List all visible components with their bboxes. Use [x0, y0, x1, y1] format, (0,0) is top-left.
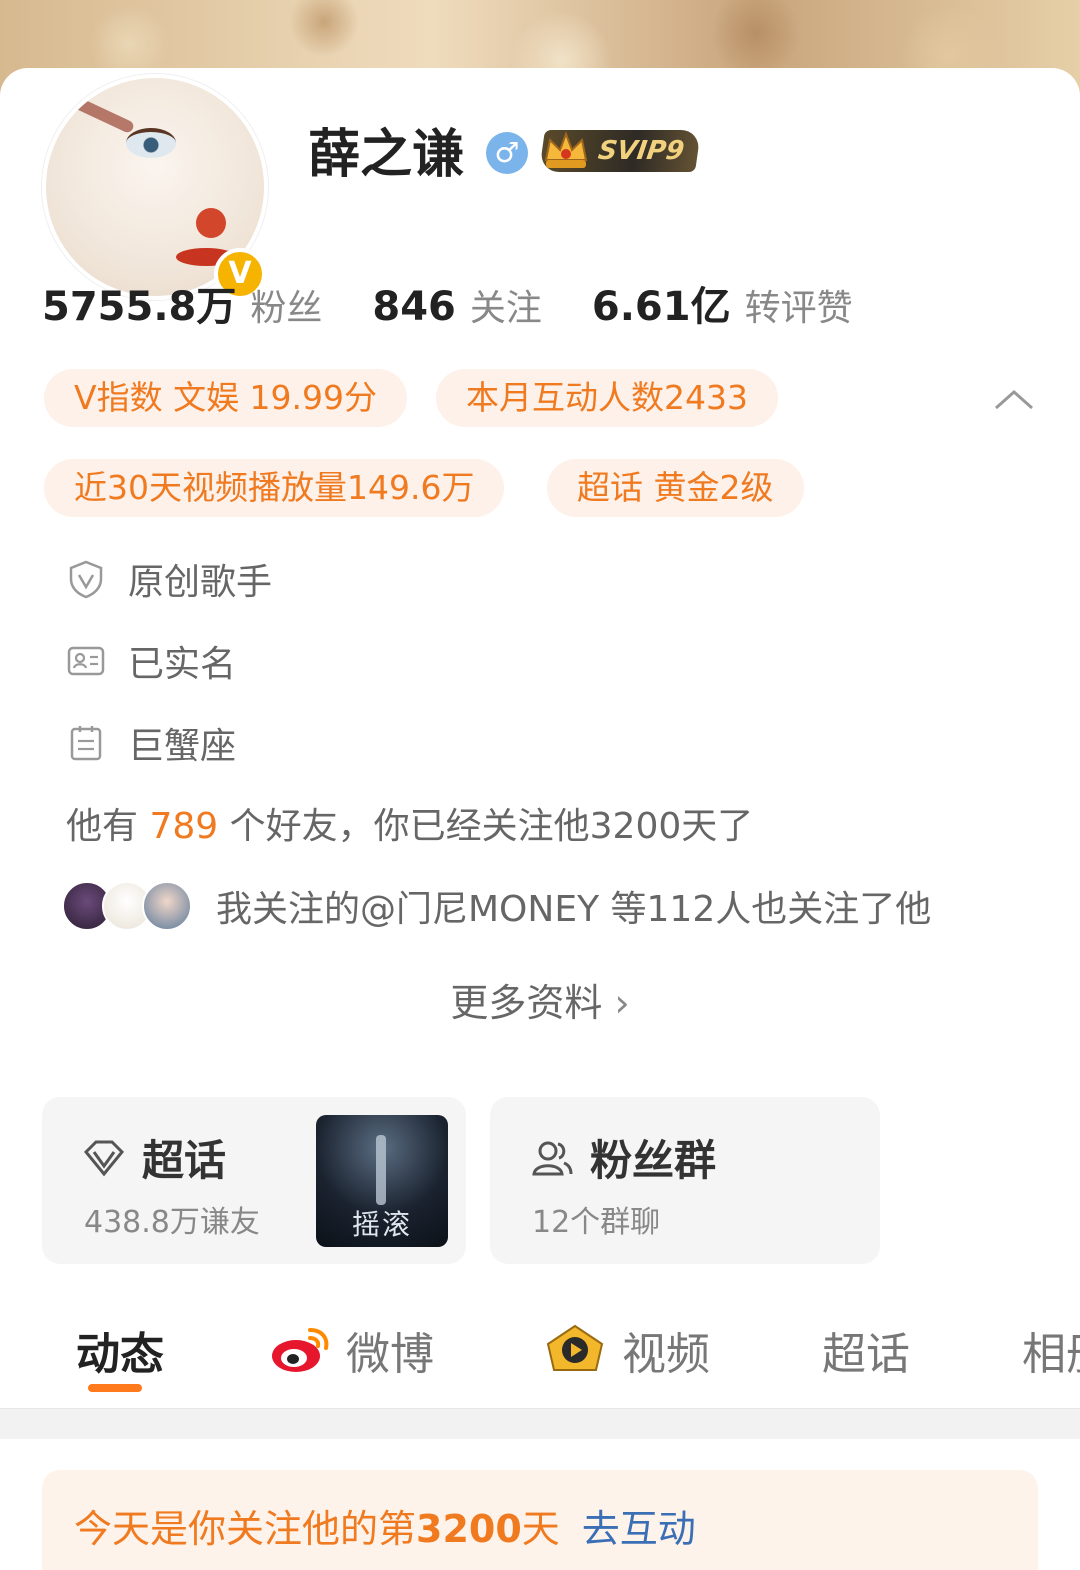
tab-activity[interactable]: 动态: [76, 1318, 164, 1382]
fan-group-title: 粉丝群: [530, 1127, 716, 1188]
people-icon: [532, 1141, 573, 1175]
chevron-right-icon: ›: [614, 981, 630, 1025]
diamond-icon: [83, 1140, 125, 1176]
more-info-label: 更多资料: [450, 981, 603, 1025]
weibo-logo-icon: [272, 1328, 329, 1372]
tab-label: 微博: [346, 1329, 434, 1380]
stat-label: 关注: [469, 288, 542, 329]
anniversary-prefix: 今天是你关注他的第: [74, 1507, 417, 1551]
info-text: 巨蟹座: [128, 726, 237, 767]
stats-bar: 5755.8万 粉丝 846 关注 6.61亿 转评赞: [42, 274, 903, 334]
info-occupation: 原创歌手: [66, 554, 272, 604]
friends-suffix: 个好友，你已经关注他3200天了: [229, 806, 754, 847]
section-divider: [0, 1408, 1080, 1439]
info-realname: 已实名: [66, 636, 236, 686]
mutual-follow-row[interactable]: 我关注的@门尼MONEY 等112人也关注了他: [62, 878, 931, 934]
tag-v-index[interactable]: V指数 文娱 19.99分: [44, 369, 408, 427]
mutual-follow-text: 我关注的@门尼MONEY 等112人也关注了他: [216, 889, 932, 930]
stat-value: 6.61亿: [591, 284, 731, 330]
tab-supertopic[interactable]: 超话: [822, 1318, 910, 1382]
id-card-icon: [67, 646, 105, 676]
info-zodiac: 巨蟹座: [66, 718, 236, 768]
anniversary-text: 今天是你关注他的第3200天 去互动: [74, 1498, 696, 1553]
cover-text: 摇滚: [351, 1208, 412, 1241]
avatar-art: [196, 208, 226, 238]
fan-group-count: 12个群聊: [532, 1205, 661, 1240]
fan-group-card[interactable]: 粉丝群 12个群聊: [490, 1097, 880, 1264]
supertopic-label: 超话: [142, 1136, 227, 1185]
anniversary-suffix: 天: [521, 1507, 560, 1551]
supertopic-card[interactable]: 超话 438.8万谦友 摇滚: [42, 1097, 466, 1264]
info-text: 已实名: [128, 644, 237, 685]
more-info-link[interactable]: 更多资料 ›: [0, 978, 1080, 1028]
calendar-icon: [70, 726, 102, 761]
tab-label: 动态: [76, 1329, 164, 1380]
supertopic-cover: 摇滚: [316, 1115, 448, 1247]
friends-summary[interactable]: 他有 789 个好友，你已经关注他3200天了: [66, 802, 753, 852]
male-gender-icon: ♂: [486, 132, 528, 174]
stat-value: 5755.8万: [42, 284, 237, 330]
tab-video[interactable]: 视频: [544, 1318, 710, 1382]
active-tab-indicator: [88, 1384, 142, 1392]
tab-label: 超话: [822, 1329, 910, 1380]
supertopic-title: 超话: [82, 1127, 226, 1188]
friends-count: 789: [149, 806, 219, 847]
go-interact-link[interactable]: 去互动: [582, 1507, 696, 1551]
tag-supertopic-level[interactable]: 超话 黄金2级: [547, 459, 804, 517]
cover-figure: [376, 1135, 386, 1205]
profile-tabs: 动态 微博 视频 超话 相册: [0, 1300, 1080, 1408]
shield-v-icon: [69, 560, 103, 599]
fan-group-label: 粉丝群: [590, 1136, 717, 1185]
tab-album[interactable]: 相册: [1022, 1318, 1080, 1382]
chevron-up-icon[interactable]: [992, 384, 1036, 414]
stat-followers[interactable]: 5755.8万 粉丝: [42, 274, 322, 332]
avatar-art: [66, 93, 136, 135]
stat-value: 846: [372, 284, 456, 330]
tag-video-views[interactable]: 近30天视频播放量149.6万: [44, 459, 505, 517]
info-text: 原创歌手: [128, 562, 273, 603]
follow-anniversary-banner[interactable]: 今天是你关注他的第3200天 去互动: [42, 1470, 1038, 1570]
stat-interactions[interactable]: 6.61亿 转评赞: [592, 274, 853, 332]
tag-monthly-interaction[interactable]: 本月互动人数2433: [436, 369, 778, 427]
stat-following[interactable]: 846 关注: [372, 279, 542, 331]
tab-label: 视频: [622, 1329, 710, 1380]
tab-label: 相册: [1022, 1329, 1080, 1380]
anniversary-days: 3200: [416, 1507, 522, 1551]
stat-label: 转评赞: [744, 288, 853, 329]
tab-weibo[interactable]: 微博: [270, 1318, 434, 1382]
avatar-art: [126, 128, 176, 158]
avatar: [142, 881, 192, 931]
supertopic-count: 438.8万谦友: [84, 1205, 260, 1240]
friends-prefix: 他有: [66, 806, 139, 847]
profile-card: V 薛之谦 ♂ SVIP9 5755.8万 粉丝 846 关注 6.61亿 转评…: [0, 68, 1080, 1570]
crown-icon: [544, 131, 588, 168]
stat-label: 粉丝: [250, 288, 323, 329]
video-badge-icon: [546, 1324, 604, 1371]
user-name: 薛之谦: [308, 125, 465, 185]
